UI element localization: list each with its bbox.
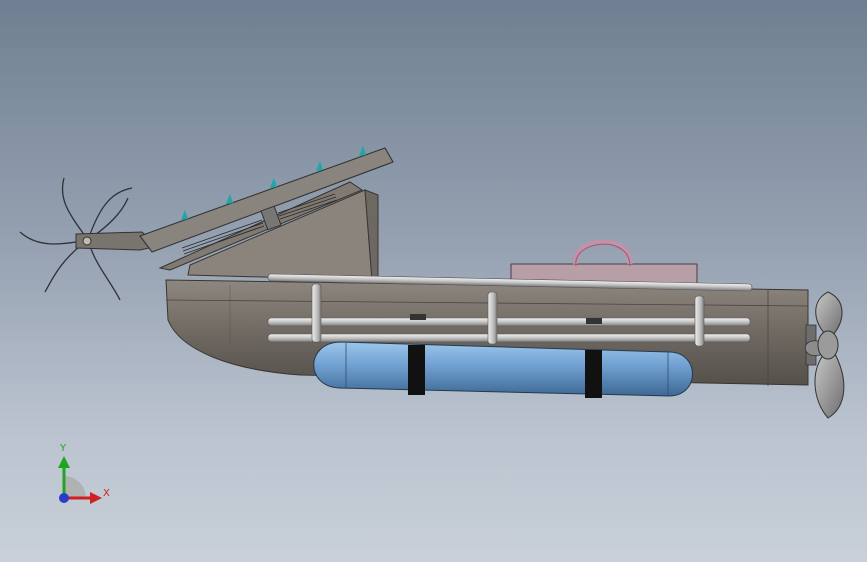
axis-x-label: X	[103, 488, 110, 499]
y-arrowhead	[58, 456, 70, 468]
axis-y-label: Y	[60, 443, 67, 454]
cad-viewport[interactable]: Y X	[0, 0, 867, 562]
z-axis-dot	[59, 493, 69, 503]
coordinate-triad	[58, 456, 102, 504]
model-view[interactable]	[0, 0, 867, 562]
lifting-ring	[573, 239, 633, 267]
x-arrowhead	[90, 492, 102, 504]
propeller[interactable]	[804, 291, 845, 419]
